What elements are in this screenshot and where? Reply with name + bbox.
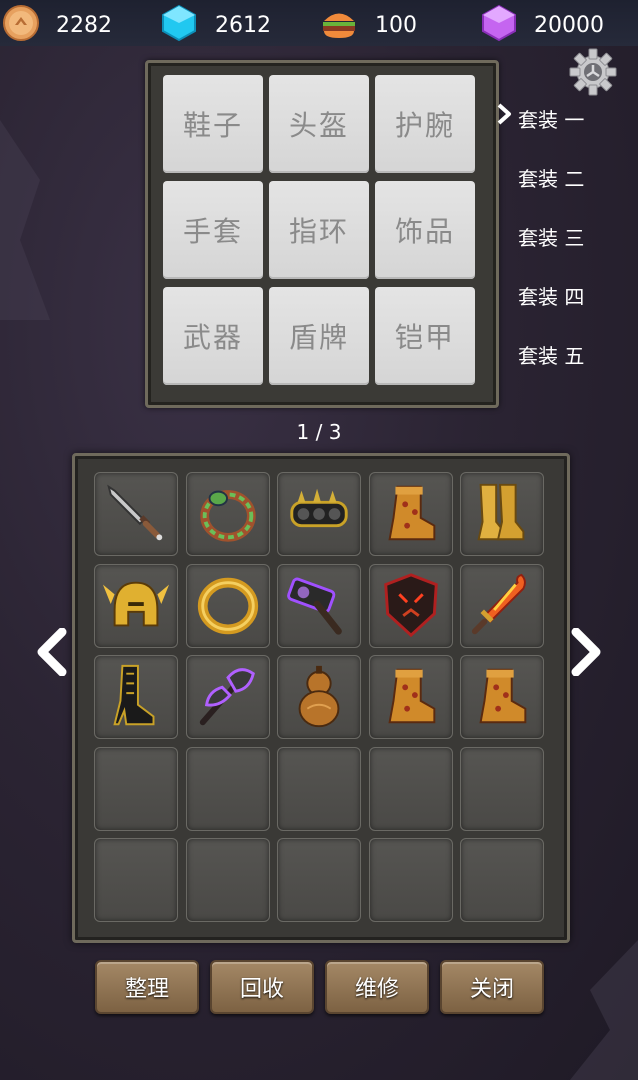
- inventory-slot[interactable]: [277, 472, 361, 556]
- equip-slot-gloves[interactable]: 手套: [163, 181, 263, 279]
- blue-gem-icon: [162, 4, 196, 42]
- equip-slot-shoes[interactable]: 鞋子: [163, 75, 263, 173]
- inventory-slot[interactable]: [368, 746, 453, 831]
- next-page-arrow-icon[interactable]: [568, 628, 604, 676]
- equip-slot-weapon[interactable]: 武器: [163, 287, 263, 385]
- suit-item-4[interactable]: 套装 四: [518, 281, 608, 310]
- inventory-slot[interactable]: [94, 655, 178, 739]
- inventory-slot[interactable]: [185, 838, 270, 922]
- inventory-slot[interactable]: [368, 563, 453, 648]
- inventory-slot[interactable]: [185, 655, 270, 739]
- inventory-slot[interactable]: [368, 655, 453, 739]
- equip-slot-accessory[interactable]: 饰品: [375, 181, 475, 279]
- equip-slot-ring[interactable]: 指环: [269, 181, 369, 279]
- suit-item-1[interactable]: 套装 一: [518, 104, 608, 133]
- sort-button[interactable]: 整理: [95, 960, 199, 1014]
- equip-slot-bracer[interactable]: 护腕: [375, 75, 475, 173]
- background-crystal-right: [570, 940, 638, 1080]
- previous-page-arrow-icon[interactable]: [34, 628, 70, 676]
- black-heel-boot-icon: [113, 664, 155, 726]
- equip-slot-shield[interactable]: 盾牌: [269, 287, 369, 385]
- inventory-slot[interactable]: [94, 746, 178, 831]
- suit-item-5[interactable]: 套装 五: [518, 340, 608, 369]
- inventory-slot[interactable]: [277, 655, 361, 739]
- inventory-slot[interactable]: [277, 838, 361, 922]
- repair-button[interactable]: 维修: [325, 960, 429, 1014]
- inventory-slot[interactable]: [460, 472, 544, 556]
- settings-gear-icon[interactable]: [568, 47, 618, 97]
- burger-value: 100: [375, 13, 417, 38]
- gold-helmet-icon: [102, 581, 170, 626]
- red-boot-icon: [387, 668, 435, 724]
- recycle-button[interactable]: 回收: [210, 960, 314, 1014]
- spiked-knuckles-icon: [290, 488, 348, 528]
- page-indicator: 1 / 3: [296, 420, 342, 444]
- suit-item-3[interactable]: 套装 三: [518, 222, 608, 251]
- selected-suit-chevron-icon: [497, 103, 511, 125]
- red-boot-icon: [479, 668, 527, 724]
- background-crystal-left: [0, 120, 50, 320]
- gold-greaves-icon: [477, 483, 525, 541]
- inventory-slot[interactable]: [460, 838, 544, 922]
- equip-slot-helmet[interactable]: 头盔: [269, 75, 369, 173]
- inventory-slot[interactable]: [94, 838, 178, 922]
- equipment-panel: 鞋子 头盔 护腕 手套 指环 饰品 武器 盾牌 铠甲: [145, 60, 499, 408]
- suit-item-2[interactable]: 套装 二: [518, 163, 608, 192]
- gold-coin-icon: [3, 5, 39, 41]
- inventory-slot[interactable]: [94, 472, 178, 556]
- inventory-slot[interactable]: [277, 563, 361, 648]
- inventory-slot[interactable]: [460, 655, 544, 739]
- inventory-slot[interactable]: [460, 746, 544, 831]
- inventory-slot[interactable]: [185, 563, 270, 648]
- inventory-slot[interactable]: [277, 746, 361, 831]
- burger-icon: [323, 13, 355, 38]
- equip-slot-armor[interactable]: 铠甲: [375, 287, 475, 385]
- dagger-icon: [107, 484, 163, 541]
- purple-hammer-icon: [287, 577, 342, 635]
- snake-ring-icon: [199, 490, 256, 542]
- flame-sword-icon: [471, 573, 526, 634]
- inventory-slot[interactable]: [368, 472, 453, 556]
- purple-gem-icon: [482, 4, 516, 42]
- gourd-icon: [298, 665, 340, 728]
- inventory-slot[interactable]: [185, 472, 270, 556]
- inventory-slot[interactable]: [368, 838, 453, 922]
- gold-value: 2282: [56, 13, 112, 38]
- inventory-panel: [72, 453, 570, 943]
- blue-gem-value: 2612: [215, 13, 271, 38]
- gold-ring-icon: [197, 577, 258, 634]
- inventory-slot[interactable]: [94, 563, 178, 648]
- inventory-slot[interactable]: [460, 563, 544, 648]
- close-button[interactable]: 关闭: [440, 960, 544, 1014]
- resource-bar: 2282 2612 100 20000: [0, 0, 638, 46]
- red-boot-icon: [387, 485, 435, 541]
- purple-gem-value: 20000: [534, 13, 604, 38]
- inventory-slot[interactable]: [185, 746, 270, 831]
- purple-axe-icon: [199, 668, 255, 726]
- demon-shield-icon: [383, 572, 438, 637]
